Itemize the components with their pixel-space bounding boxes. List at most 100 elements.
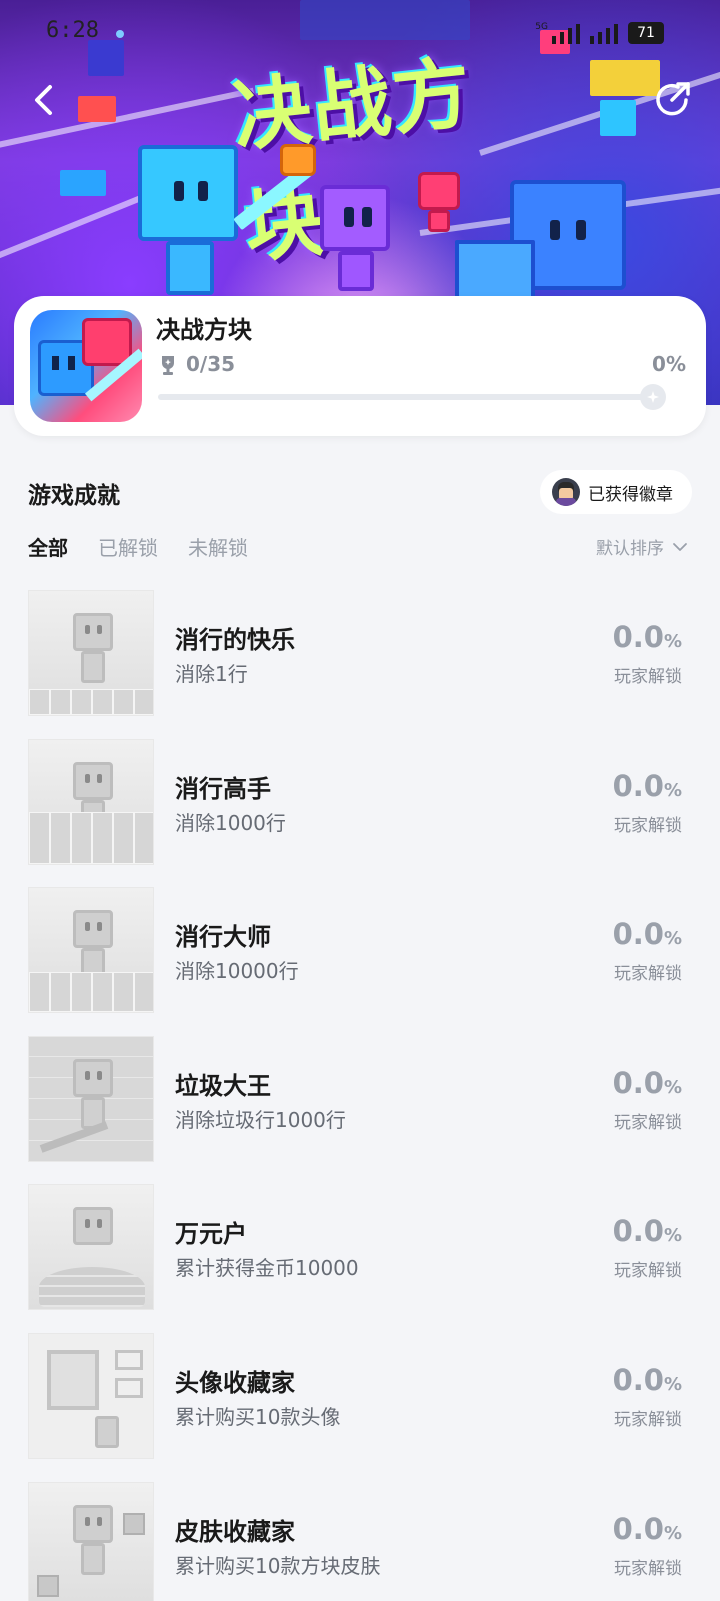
unlock-rate-label: 玩家解锁	[614, 964, 682, 985]
status-bar: 6:28 5G 71	[0, 18, 720, 52]
list-item[interactable]: 头像收藏家 累计购买10款头像 0.0% 玩家解锁	[0, 1332, 720, 1482]
status-indicators: 5G 71	[535, 22, 664, 44]
unlock-rate-label: 玩家解锁	[614, 1558, 682, 1579]
unlock-rate-unit: %	[663, 779, 682, 801]
game-title: 决战方块	[156, 316, 252, 344]
unlock-rate-value: 0.0	[612, 1362, 664, 1397]
unlock-rate-value: 0.0	[612, 917, 664, 952]
unlock-rate-unit: %	[663, 1076, 682, 1098]
list-item[interactable]: 消行大师 消除10000行 0.0% 玩家解锁	[0, 887, 720, 1036]
unlock-rate-unit: %	[663, 928, 682, 950]
achievement-thumbnail	[28, 1332, 154, 1459]
earned-badges-label: 已获得徽章	[588, 484, 673, 505]
unlock-rate-value: 0.0	[612, 1511, 664, 1546]
tetris-block	[455, 240, 535, 300]
achievement-name: 消行的快乐	[175, 626, 295, 654]
achievement-thumbnail	[28, 590, 154, 716]
unlock-rate-label: 玩家解锁	[614, 1409, 682, 1430]
unlock-rate: 0.0%	[613, 1066, 682, 1100]
signal-bar-icon	[590, 36, 594, 44]
signal-bar-icon	[598, 32, 602, 44]
signal-bar-icon	[576, 24, 580, 44]
tetris-block	[600, 100, 636, 136]
trophy-icon	[162, 356, 174, 375]
achievement-name: 头像收藏家	[175, 1368, 295, 1397]
achievement-list: 消行的快乐 消除1行 0.0% 玩家解锁 消行高手 消除1000行 0.0% 玩…	[0, 590, 720, 1601]
hero-cube-character	[138, 145, 248, 295]
tab-all[interactable]: 全部	[28, 532, 68, 561]
unlock-rate-unit: %	[663, 1373, 682, 1395]
unlock-rate: 0.0%	[613, 1363, 682, 1397]
achievement-progress-percent: 0%	[652, 352, 686, 376]
list-item[interactable]: 万元户 累计获得金币10000 0.0% 玩家解锁	[0, 1184, 720, 1333]
sort-label: 默认排序	[596, 539, 664, 559]
tetris-block	[78, 96, 116, 122]
unlock-rate-unit: %	[663, 1522, 682, 1544]
share-button[interactable]	[650, 78, 694, 122]
unlock-rate-unit: %	[663, 631, 682, 652]
signal-bar-icon	[568, 28, 572, 44]
achievement-description: 累计获得金币10000	[175, 1256, 359, 1281]
signal-bar-icon	[552, 36, 556, 44]
game-app-icon	[30, 310, 142, 422]
achievement-description: 累计购买10款头像	[175, 1404, 341, 1429]
notification-dot-icon	[116, 30, 124, 38]
game-info-card: 决战方块 0/35 0%	[14, 296, 706, 436]
unlock-rate-label: 玩家解锁	[614, 815, 682, 836]
sort-dropdown[interactable]: 默认排序	[596, 534, 688, 559]
unlock-rate-value: 0.0	[612, 1065, 664, 1100]
tetris-block	[60, 170, 106, 196]
unlock-rate: 0.0%	[613, 917, 682, 951]
list-item[interactable]: 皮肤收藏家 累计购买10款方块皮肤 0.0% 玩家解锁	[0, 1481, 720, 1601]
hero-cube-character	[280, 144, 320, 194]
unlock-rate-unit: %	[663, 1225, 682, 1247]
achievement-description: 累计购买10款方块皮肤	[175, 1553, 381, 1578]
achievement-progress-count: 0/35	[186, 352, 236, 376]
achievement-thumbnail	[28, 1035, 154, 1162]
back-button[interactable]	[22, 78, 66, 122]
achievement-name: 消行高手	[175, 774, 271, 803]
network-label: 5G	[535, 22, 548, 32]
achievement-name: 皮肤收藏家	[175, 1517, 295, 1546]
unlock-rate-label: 玩家解锁	[614, 1112, 682, 1133]
achievement-description: 消除10000行	[175, 959, 299, 984]
share-icon	[656, 82, 690, 116]
battery-icon: 71	[628, 22, 664, 44]
tab-locked[interactable]: 未解锁	[188, 532, 248, 561]
signal-bar-icon	[614, 24, 618, 44]
filter-tabs: 全部 已解锁 未解锁	[28, 532, 248, 561]
achievement-description: 消除1行	[175, 662, 248, 686]
unlock-rate-label: 玩家解锁	[614, 667, 682, 687]
progress-end-icon	[640, 384, 666, 410]
signal-bar-icon	[606, 28, 610, 44]
achievement-thumbnail	[28, 738, 154, 865]
list-item[interactable]: 消行的快乐 消除1行 0.0% 玩家解锁	[0, 590, 720, 739]
achievement-description: 消除1000行	[175, 810, 286, 835]
unlock-rate: 0.0%	[613, 1512, 682, 1546]
achievement-thumbnail	[28, 887, 154, 1014]
signal-bar-icon	[560, 32, 564, 44]
achievement-name: 垃圾大王	[175, 1071, 271, 1100]
chevron-left-icon	[35, 85, 52, 115]
hero-cube-character	[320, 185, 400, 295]
list-item[interactable]: 垃圾大王 消除垃圾行1000行 0.0% 玩家解锁	[0, 1035, 720, 1185]
chevron-down-icon	[673, 542, 687, 551]
achievement-thumbnail	[28, 1481, 154, 1601]
unlock-rate-value: 0.0	[612, 620, 664, 654]
unlock-rate: 0.0%	[613, 620, 682, 654]
achievement-name: 消行大师	[175, 923, 271, 952]
earned-badges-button[interactable]: 已获得徽章	[540, 470, 692, 514]
unlock-rate-label: 玩家解锁	[614, 1261, 682, 1282]
unlock-rate: 0.0%	[613, 769, 682, 803]
unlock-rate: 0.0%	[613, 1214, 682, 1248]
hero-cube-character	[418, 172, 468, 232]
achievement-name: 万元户	[175, 1220, 247, 1249]
status-time: 6:28	[46, 18, 99, 43]
achievement-progress-bar	[158, 394, 664, 400]
unlock-rate-value: 0.0	[612, 768, 664, 803]
tab-unlocked[interactable]: 已解锁	[98, 532, 158, 561]
achievement-description: 消除垃圾行1000行	[175, 1107, 346, 1132]
unlock-rate-value: 0.0	[612, 1214, 664, 1249]
achievement-thumbnail	[28, 1184, 154, 1311]
list-item[interactable]: 消行高手 消除1000行 0.0% 玩家解锁	[0, 738, 720, 888]
